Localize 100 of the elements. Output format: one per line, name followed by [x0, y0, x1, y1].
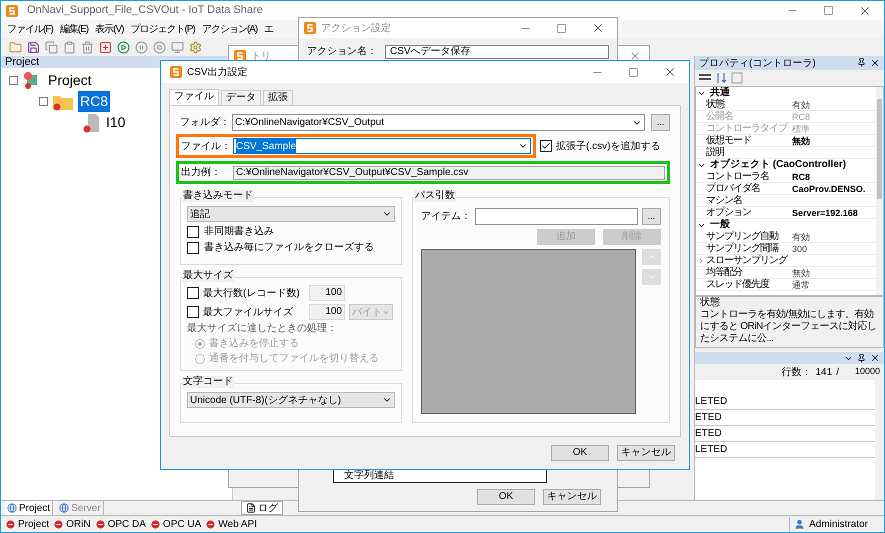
property-name: コントローラ名	[706, 171, 770, 182]
monitor-icon[interactable]	[171, 40, 184, 54]
pin-icon[interactable]	[857, 354, 866, 362]
row-count-label: 行数：	[782, 366, 812, 380]
save-icon[interactable]	[27, 40, 40, 54]
property-value: RC8	[792, 171, 812, 182]
property-name: マシン名	[706, 195, 743, 206]
settings-icon[interactable]	[189, 40, 202, 54]
list-item[interactable]: 文字列連結	[344, 470, 394, 482]
folder-icon[interactable]	[9, 40, 22, 54]
property-value: 無効	[792, 267, 811, 278]
log-cell-text: ETED	[695, 427, 722, 441]
trash-icon[interactable]	[81, 40, 94, 54]
property-name: 公開名	[706, 111, 734, 122]
max-rows: 10000	[854, 365, 880, 379]
category-label: 一般	[710, 219, 730, 230]
dialog-button[interactable]: キャンセル	[617, 445, 675, 461]
plus-icon[interactable]	[99, 40, 112, 54]
status-item: ORiN	[66, 518, 91, 532]
menu-item[interactable]: ファイル(F)	[7, 22, 53, 36]
browse-button[interactable]: ...	[642, 208, 661, 225]
property-name: 均等配分	[706, 267, 744, 278]
checkbox[interactable]	[187, 242, 199, 254]
panel-tab[interactable]: Project	[5, 500, 54, 516]
argument-list[interactable]	[421, 249, 636, 414]
stop-icon[interactable]	[153, 40, 166, 54]
field-label: アイテム：	[421, 210, 471, 224]
maximize-icon[interactable]	[823, 5, 834, 16]
row-count: 141	[816, 366, 832, 380]
property-value: CaoProv.DENSO.	[792, 183, 866, 194]
number-field[interactable]: 100	[309, 304, 345, 320]
maximize-icon[interactable]	[628, 66, 639, 78]
maximize-icon[interactable]	[556, 22, 567, 34]
log-cell-text: ETED	[695, 411, 722, 425]
tree-item[interactable]: I10	[104, 112, 128, 133]
dialog-title: CSV出力設定	[187, 66, 248, 80]
property-value: RC8	[792, 111, 812, 122]
item-field[interactable]	[475, 208, 638, 225]
tree-item[interactable]: RC8	[78, 91, 110, 112]
menu-item[interactable]: プロジェクト(P)	[130, 22, 195, 36]
section-label: 最大サイズに達したときの処理：	[187, 323, 338, 335]
property-name: スローサンプリング	[706, 255, 788, 266]
chevron-right-icon[interactable]	[697, 256, 705, 264]
dialog-button[interactable]: キャンセル	[543, 489, 601, 505]
menu-item[interactable]: アクション(A)	[202, 22, 258, 36]
property-value: 有効	[792, 99, 811, 110]
dialog-title: トリ	[251, 50, 271, 64]
categorized-icon[interactable]	[699, 73, 711, 83]
status-item: Project	[18, 518, 50, 532]
copy-icon[interactable]	[45, 40, 58, 54]
checkbox[interactable]	[187, 306, 199, 318]
checkbox[interactable]	[540, 140, 552, 152]
mode-combo[interactable]: 追記	[187, 206, 395, 222]
output-path-field: C:¥OnlineNavigator¥CSV_Output¥CSV_Sample.csv	[233, 166, 665, 180]
tab[interactable]: ファイル	[169, 89, 219, 105]
pages-icon[interactable]	[731, 72, 743, 84]
globe-icon	[59, 503, 70, 513]
menu-item[interactable]: エ	[264, 22, 274, 36]
scrollbar[interactable]	[875, 380, 884, 500]
close-icon[interactable]	[870, 58, 880, 68]
property-value: 有効	[792, 231, 811, 242]
window-title: OnNavi_Support_File_CSVOut - IoT Data Share	[27, 3, 263, 18]
radio-label: 通番を付与してファイルを切り替える	[209, 353, 379, 365]
pin-icon[interactable]	[857, 58, 866, 67]
input-field[interactable]: CSVへデータ保存	[385, 45, 609, 59]
checkbox-label: 非同期書き込み	[204, 225, 274, 238]
folder-combo[interactable]: C:¥OnlineNavigator¥CSV_Output	[232, 114, 645, 131]
file-combo[interactable]: CSV_Sample	[233, 138, 531, 154]
stop-icon	[94, 518, 106, 530]
tree-item[interactable]: Project	[46, 70, 94, 91]
property-name: オプション	[706, 207, 752, 218]
dialog-button[interactable]: OK	[477, 489, 535, 505]
property-value: 通常	[792, 279, 811, 290]
sort-icon[interactable]	[715, 72, 727, 84]
tab[interactable]: 拡張	[263, 90, 293, 105]
checkbox[interactable]	[187, 287, 199, 299]
app-logo-icon	[169, 65, 183, 79]
property-name: 仮想モード	[706, 135, 752, 146]
menu-item[interactable]: 表示(V)	[95, 22, 124, 36]
checkbox-label: 書き込み毎にファイルをクローズする	[204, 241, 374, 254]
log-cell-text: LETED	[695, 443, 728, 457]
encoding-combo[interactable]: Unicode (UTF-8)(シグネチャなし)	[187, 392, 395, 408]
collapse-toggle[interactable]	[39, 97, 48, 106]
stop-icon	[205, 518, 216, 530]
property-value: Server=192.168	[792, 207, 859, 218]
checkbox[interactable]	[187, 226, 199, 238]
tab[interactable]: データ	[221, 90, 261, 105]
scrollbar[interactable]	[876, 87, 883, 295]
property-name: サンプリング自動	[706, 231, 780, 242]
dialog-button[interactable]: OK	[551, 445, 609, 461]
pause-icon[interactable]	[135, 40, 148, 54]
number-field[interactable]: 100	[309, 285, 345, 301]
app-logo-icon	[303, 21, 317, 35]
description-text: コントローラを有効/無効にします。有効にすると ORiNインターフェースに対応したシステムに公...	[700, 309, 878, 345]
paste-icon[interactable]	[63, 40, 76, 54]
collapse-toggle[interactable]	[9, 76, 18, 85]
menu-item[interactable]: 編集(E)	[60, 22, 88, 36]
play-icon[interactable]	[117, 40, 130, 54]
close-icon[interactable]	[870, 353, 880, 363]
browse-button[interactable]: ...	[651, 114, 670, 131]
